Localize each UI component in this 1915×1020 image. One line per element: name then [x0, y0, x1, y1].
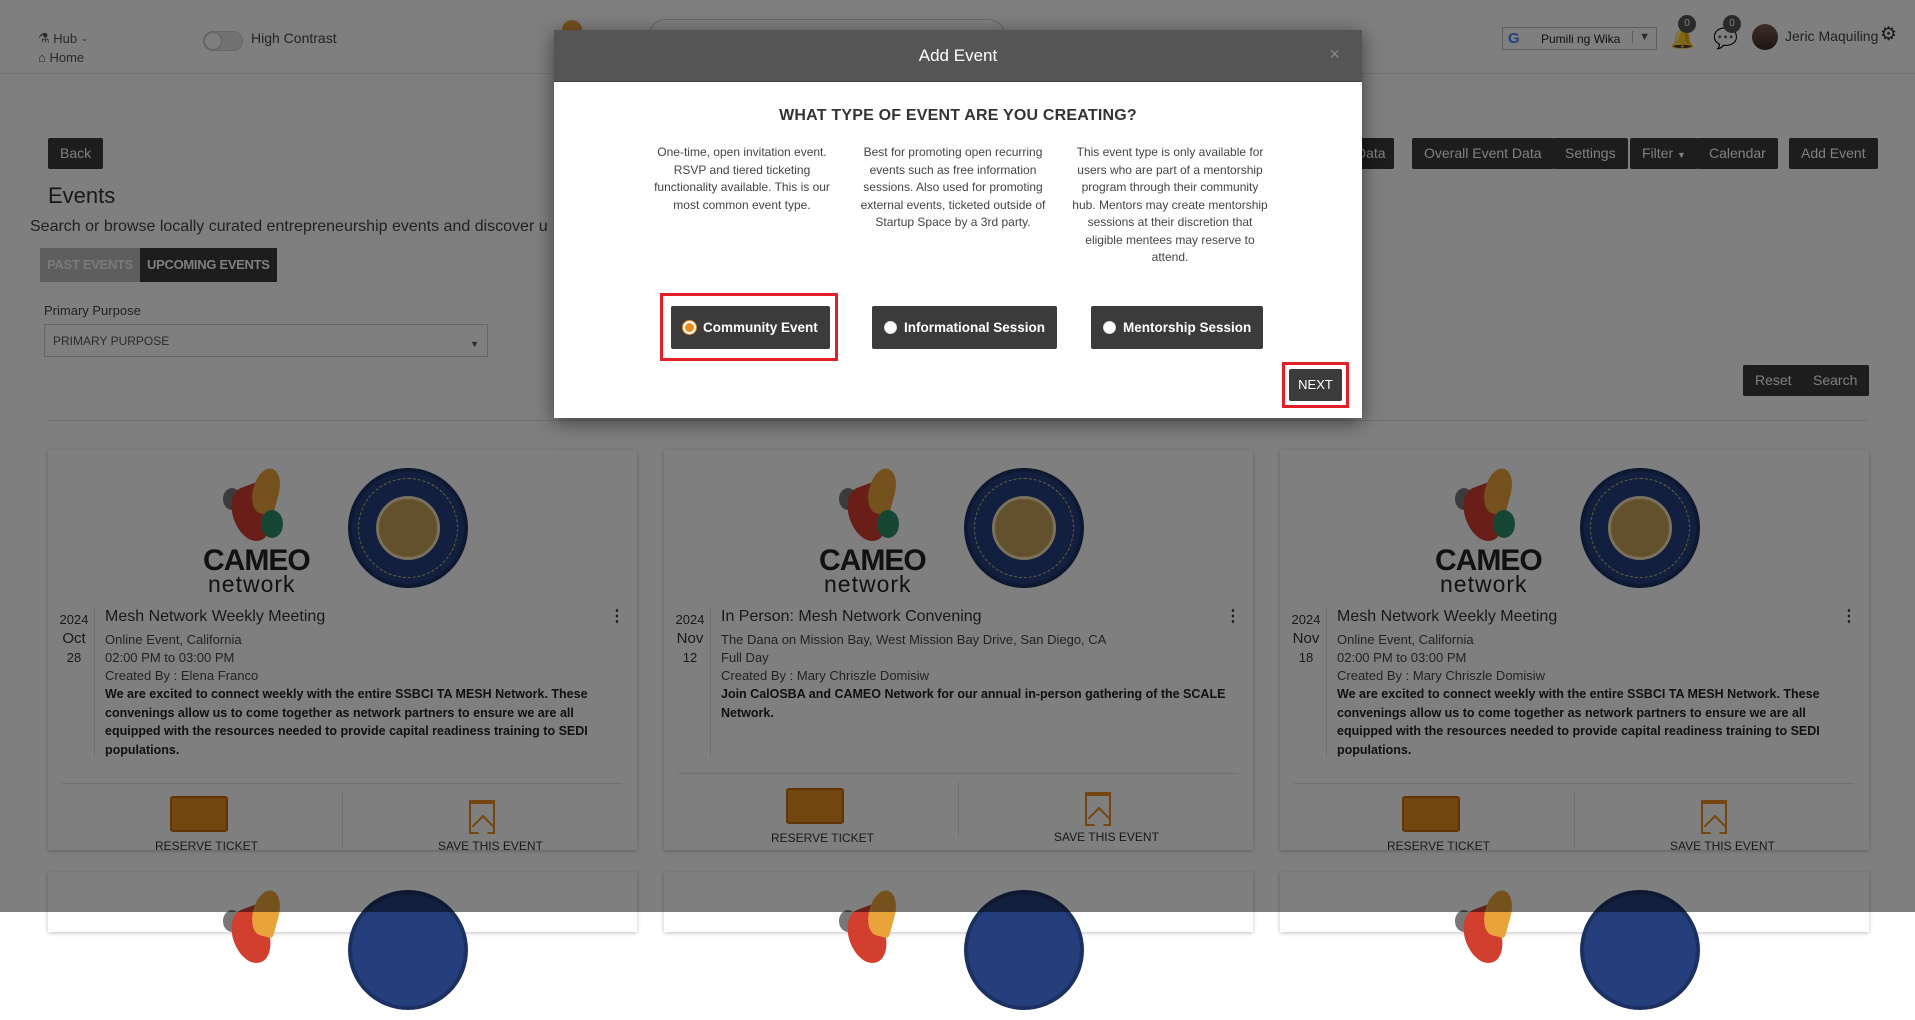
mentorship-session-label: Mentorship Session — [1123, 320, 1252, 335]
mentorship-session-description: This event type is only available for us… — [1072, 145, 1268, 264]
mentorship-session-option[interactable]: Mentorship Session — [1091, 306, 1264, 349]
informational-session-label: Informational Session — [904, 320, 1046, 335]
modal-title: Add Event — [918, 46, 998, 65]
event-type-question: WHAT TYPE OF EVENT ARE YOU CREATING? — [779, 107, 1137, 124]
radio-icon — [1103, 321, 1116, 334]
add-event-modal: Add Event × WHAT TYPE OF EVENT ARE YOU C… — [554, 30, 1362, 418]
radio-icon — [884, 321, 897, 334]
modal-header: Add Event × — [554, 30, 1362, 82]
community-event-description: One-time, open invitation event. RSVP an… — [654, 145, 830, 212]
informational-session-description: Best for promoting open recurring events… — [860, 145, 1046, 229]
community-event-label: Community Event — [703, 320, 818, 335]
community-event-option[interactable]: Community Event — [671, 306, 830, 349]
next-button[interactable]: NEXT — [1289, 369, 1342, 401]
close-icon[interactable]: × — [1329, 44, 1340, 65]
informational-session-option[interactable]: Informational Session — [872, 306, 1058, 349]
radio-selected-icon — [683, 321, 696, 334]
